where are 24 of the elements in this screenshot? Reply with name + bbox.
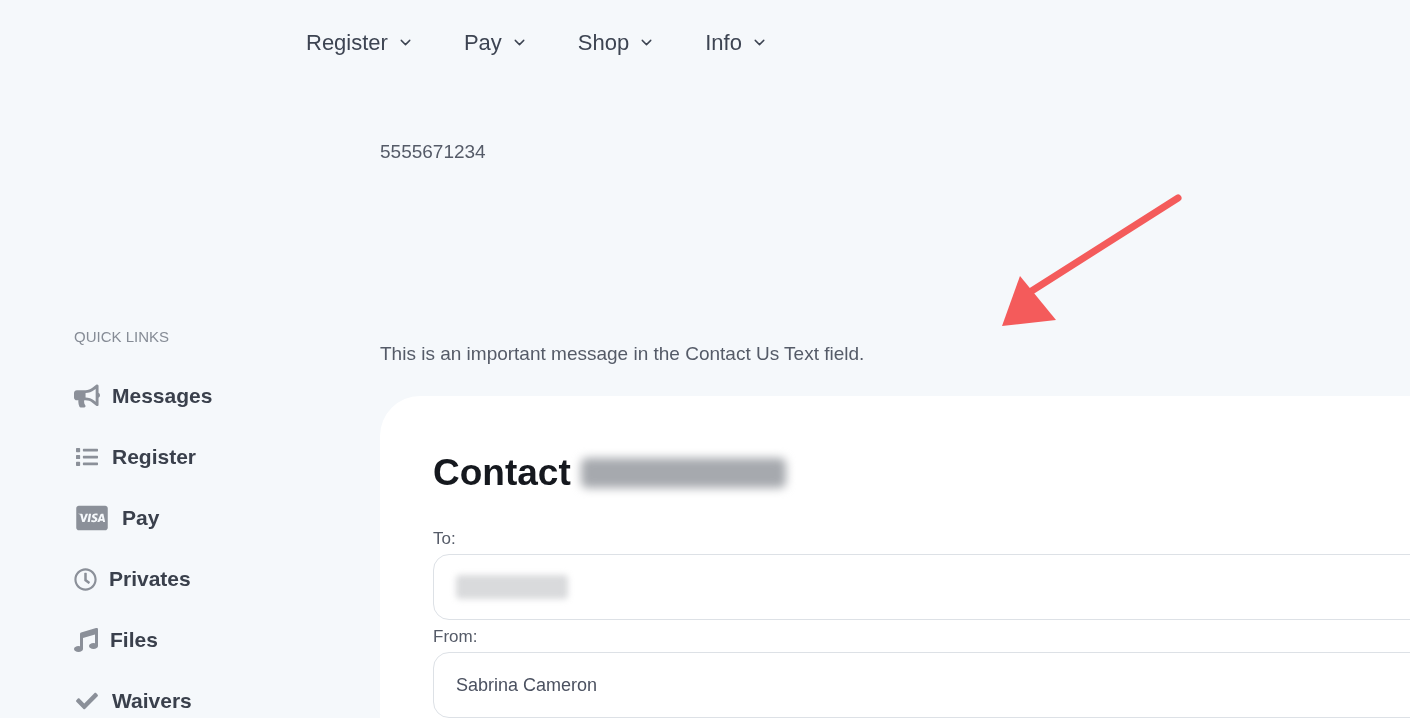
quick-link[interactable]: Register (74, 443, 197, 471)
nav-menu[interactable]: Pay (463, 25, 528, 59)
credit-card-icon (74, 504, 110, 532)
message-text: This is an important message in the Contact Us Text field. (380, 342, 865, 366)
nav-menu[interactable]: Info (705, 25, 768, 59)
quick-link[interactable]: Messages (74, 382, 213, 410)
input-field[interactable]: Sabrina Cameron (433, 652, 1410, 718)
form-title: Contact (433, 451, 571, 495)
list-icon (74, 446, 100, 468)
quick-link[interactable]: Pay (74, 504, 160, 532)
input-field[interactable] (433, 554, 1410, 620)
nav-menu[interactable]: Shop (577, 25, 656, 59)
field-label: From: (433, 626, 479, 648)
checkmark-icon (74, 690, 100, 712)
field-label: To: (433, 528, 457, 550)
music-note-icon (74, 628, 98, 652)
nav-menu[interactable]: Register (306, 25, 414, 59)
phone-number: 5555671234 (380, 140, 486, 164)
clock-icon (74, 567, 97, 591)
quick-link[interactable]: Files (74, 626, 158, 654)
quick-link[interactable]: Waivers (74, 687, 192, 715)
megaphone-icon (74, 384, 100, 408)
quick-link[interactable]: Privates (74, 565, 191, 593)
section-heading: QUICK LINKS (74, 328, 170, 346)
